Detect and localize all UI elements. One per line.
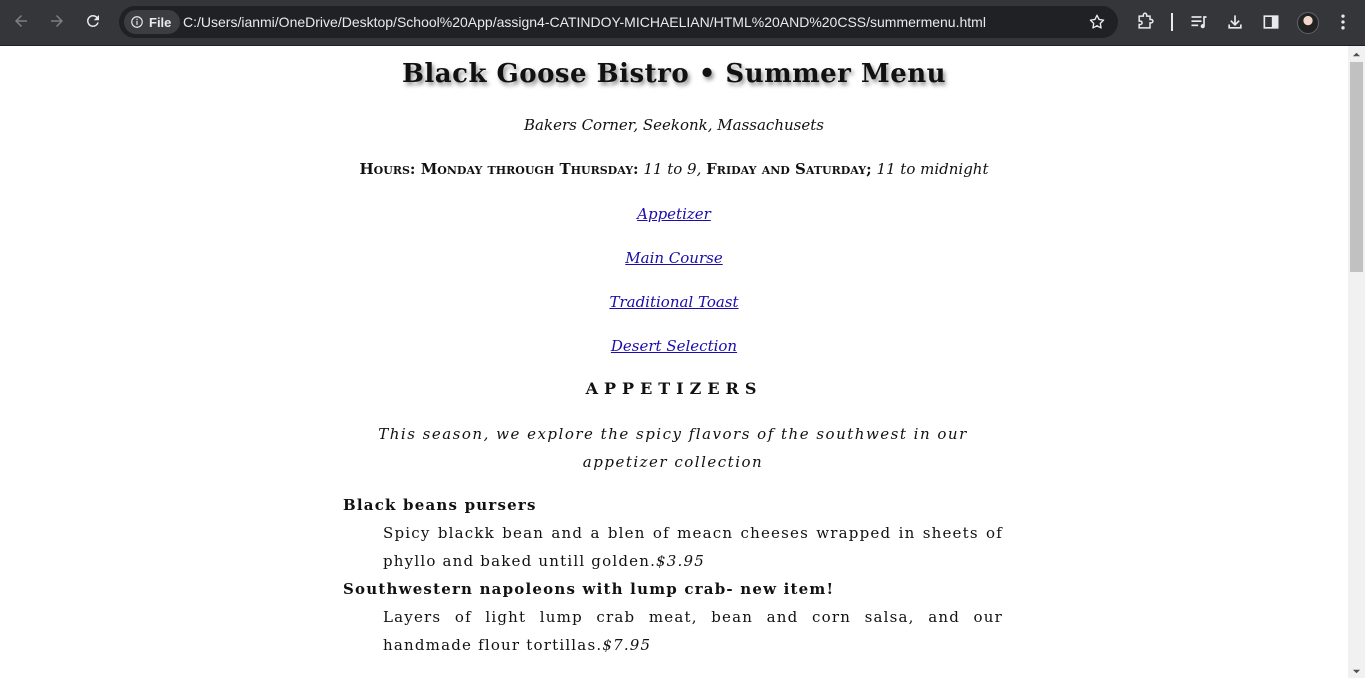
playlist-music-icon [1191, 16, 1207, 29]
hours-time-weekdays: 11 to 9, [643, 160, 702, 178]
nav-link-traditional-toast[interactable]: Traditional Toast [609, 293, 738, 311]
nav-link-row-4: Desert Selection [0, 336, 1348, 355]
puzzle-icon [1138, 12, 1154, 29]
forward-button[interactable] [43, 7, 71, 35]
nav-link-appetizer[interactable]: Appetizer [637, 205, 711, 223]
media-control-button[interactable] [1188, 11, 1210, 33]
dish-price: $7.95 [602, 636, 652, 654]
dish-name: Southwestern napoleons with lump crab- n… [343, 580, 835, 598]
bookmark-star-icon[interactable] [1088, 13, 1106, 31]
nav-link-main-course[interactable]: Main Course [625, 249, 722, 267]
hours-label-weekdays: Hours: Monday through Thursday: [359, 160, 639, 178]
back-button[interactable] [7, 7, 35, 35]
hours-label-weekend: Friday and Saturday; [706, 160, 872, 178]
info-icon [131, 16, 143, 28]
site-info-label: File [149, 14, 172, 30]
reload-button[interactable] [79, 7, 107, 35]
side-panel-button[interactable] [1260, 11, 1282, 33]
address-bar[interactable]: File C:/Users/ianmi/OneDrive/Desktop/Sch… [119, 6, 1118, 38]
browser-toolbar: File C:/Users/ianmi/OneDrive/Desktop/Sch… [0, 0, 1365, 46]
toolbar-divider [1171, 13, 1173, 31]
downloads-button[interactable] [1224, 11, 1246, 33]
dish-name: Black beans pursers [343, 496, 537, 514]
scroll-down-arrow-icon[interactable] [1352, 667, 1361, 676]
section-heading-appetizers: APPETIZERS [585, 379, 763, 398]
nav-link-row-3: Traditional Toast [0, 292, 1348, 311]
hours-time-weekend: 11 to midnight [876, 160, 989, 178]
extensions-button[interactable] [1134, 11, 1156, 33]
dish-description: Layers of light lump crab meat, bean and… [383, 603, 1003, 659]
url-text[interactable]: C:/Users/ianmi/OneDrive/Desktop/School%2… [183, 6, 986, 38]
dish-description: Spicy blackk bean and a blen of meacn ch… [383, 519, 1003, 575]
nav-link-row-2: Main Course [0, 248, 1348, 267]
nav-link-desert-selection[interactable]: Desert Selection [611, 337, 737, 355]
opening-hours: Hours: Monday through Thursday: 11 to 9,… [0, 160, 1348, 178]
page-content: Black Goose Bistro • Summer Menu Bakers … [0, 46, 1348, 678]
restaurant-address: Bakers Corner, Seekonk, Massachusets [524, 116, 824, 134]
forward-arrow-icon [51, 15, 63, 27]
back-arrow-icon [15, 15, 27, 27]
profile-avatar[interactable] [1297, 12, 1319, 34]
dish-description-text: Layers of light lump crab meat, bean and… [383, 608, 1003, 654]
scroll-up-arrow-icon[interactable] [1352, 50, 1361, 59]
browser-menu-button[interactable] [1332, 11, 1354, 33]
dish-price: $3.95 [656, 552, 705, 570]
site-info-chip[interactable]: File [124, 10, 181, 34]
page-scrollbar[interactable] [1348, 46, 1365, 678]
nav-link-row-1: Appetizer [0, 204, 1348, 223]
side-panel-icon [1263, 15, 1279, 29]
more-vertical-icon [1341, 14, 1345, 30]
section-intro: This season, we explore the spicy flavor… [378, 425, 968, 471]
reload-icon [86, 14, 99, 27]
download-icon [1228, 15, 1242, 29]
appetizer-list: Black beans pursers Spicy blackk bean an… [343, 491, 1003, 659]
scrollbar-thumb[interactable] [1350, 62, 1363, 272]
page-title: Black Goose Bistro • Summer Menu [401, 59, 947, 89]
